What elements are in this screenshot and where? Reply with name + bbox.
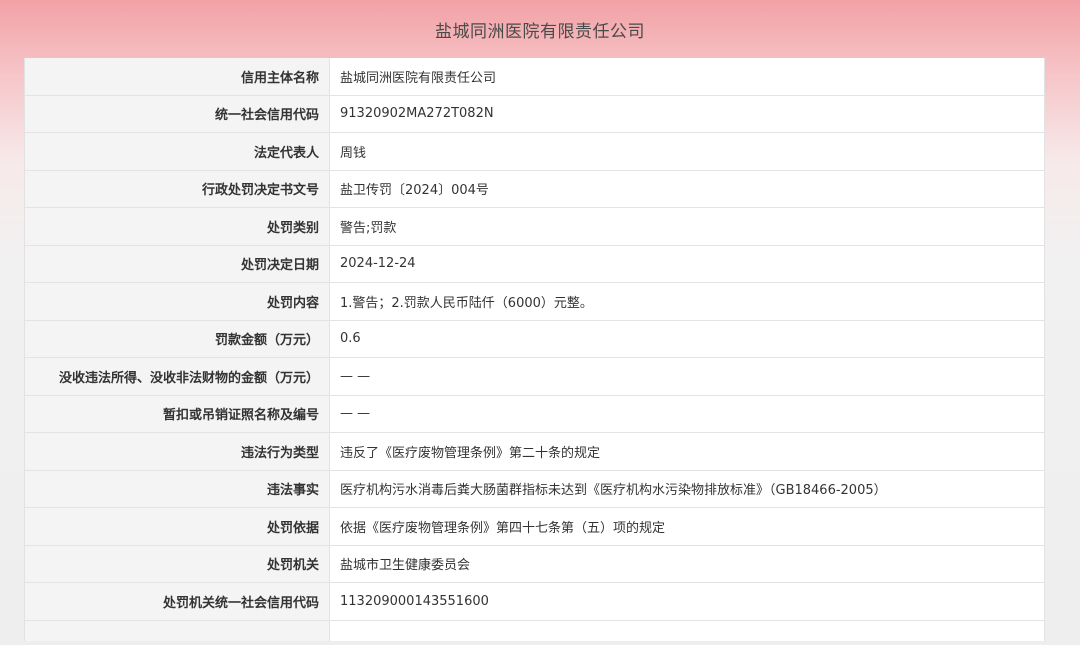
row-value: 1.警告；2.罚款人民币陆仟（6000）元整。 bbox=[330, 283, 1044, 320]
row-label: 信用主体名称 bbox=[25, 58, 330, 95]
row-value: 依据《医疗废物管理条例》第四十七条第（五）项的规定 bbox=[330, 508, 1044, 545]
row-value: 盐城市卫生健康委员会 bbox=[330, 545, 1044, 582]
row-value: — — bbox=[330, 358, 1044, 395]
row-value: 113209000143551600 bbox=[330, 583, 1044, 620]
row-label: 行政处罚决定书文号 bbox=[25, 170, 330, 207]
row-label: 处罚内容 bbox=[25, 283, 330, 320]
row-value: 医疗机构污水消毒后粪大肠菌群指标未达到《医疗机构水污染物排放标准》（GB1846… bbox=[330, 470, 1044, 507]
row-label: 处罚机关 bbox=[25, 545, 330, 582]
table-row-penalty-content: 处罚内容 1.警告；2.罚款人民币陆仟（6000）元整。 bbox=[25, 283, 1044, 321]
row-value: 盐城同洲医院有限责任公司 bbox=[330, 58, 1044, 95]
table-row-violation-type: 违法行为类型 违反了《医疗废物管理条例》第二十条的规定 bbox=[25, 433, 1044, 471]
row-value: 周钱 bbox=[330, 133, 1044, 170]
row-label: 违法事实 bbox=[25, 470, 330, 507]
row-label: 处罚类别 bbox=[25, 208, 330, 245]
row-label: 罚款金额（万元） bbox=[25, 320, 330, 357]
row-label: 法定代表人 bbox=[25, 133, 330, 170]
row-value-empty bbox=[330, 620, 1044, 641]
page-title: 盐城同洲医院有限责任公司 bbox=[435, 21, 645, 42]
table-row-fine-amount: 罚款金额（万元） 0.6 bbox=[25, 320, 1044, 358]
row-label: 处罚机关统一社会信用代码 bbox=[25, 583, 330, 620]
row-label-empty bbox=[25, 620, 330, 641]
row-value: 警告;罚款 bbox=[330, 208, 1044, 245]
table-row-authority-credit-code: 处罚机关统一社会信用代码 113209000143551600 bbox=[25, 583, 1044, 621]
row-value: — — bbox=[330, 395, 1044, 432]
page-header: 盐城同洲医院有限责任公司 bbox=[0, 0, 1080, 58]
row-label: 处罚依据 bbox=[25, 508, 330, 545]
row-value: 违反了《医疗废物管理条例》第二十条的规定 bbox=[330, 433, 1044, 470]
table-row-cutoff bbox=[25, 620, 1044, 641]
table-row-credit-code: 统一社会信用代码 91320902MA272T082N bbox=[25, 95, 1044, 133]
table-row-legal-representative: 法定代表人 周钱 bbox=[25, 133, 1044, 171]
table-row-decision-date: 处罚决定日期 2024-12-24 bbox=[25, 245, 1044, 283]
row-label: 违法行为类型 bbox=[25, 433, 330, 470]
row-value: 盐卫传罚〔2024〕004号 bbox=[330, 170, 1044, 207]
table-row-entity-name: 信用主体名称 盐城同洲医院有限责任公司 bbox=[25, 58, 1044, 96]
table-row-violation-facts: 违法事实 医疗机构污水消毒后粪大肠菌群指标未达到《医疗机构水污染物排放标准》（G… bbox=[25, 470, 1044, 508]
table-row-license-revocation: 暂扣或吊销证照名称及编号 — — bbox=[25, 395, 1044, 433]
row-value: 0.6 bbox=[330, 320, 1044, 357]
row-label: 统一社会信用代码 bbox=[25, 95, 330, 132]
table-row-decision-number: 行政处罚决定书文号 盐卫传罚〔2024〕004号 bbox=[25, 170, 1044, 208]
credit-info-table: 信用主体名称 盐城同洲医院有限责任公司 统一社会信用代码 91320902MA2… bbox=[24, 58, 1045, 641]
row-label: 暂扣或吊销证照名称及编号 bbox=[25, 395, 330, 432]
row-label: 处罚决定日期 bbox=[25, 245, 330, 282]
table-row-penalty-authority: 处罚机关 盐城市卫生健康委员会 bbox=[25, 545, 1044, 583]
table-row-confiscation-amount: 没收违法所得、没收非法财物的金额（万元） — — bbox=[25, 358, 1044, 396]
table-row-penalty-type: 处罚类别 警告;罚款 bbox=[25, 208, 1044, 246]
row-value: 2024-12-24 bbox=[330, 245, 1044, 282]
row-label: 没收违法所得、没收非法财物的金额（万元） bbox=[25, 358, 330, 395]
row-value: 91320902MA272T082N bbox=[330, 95, 1044, 132]
table-row-penalty-basis: 处罚依据 依据《医疗废物管理条例》第四十七条第（五）项的规定 bbox=[25, 508, 1044, 546]
